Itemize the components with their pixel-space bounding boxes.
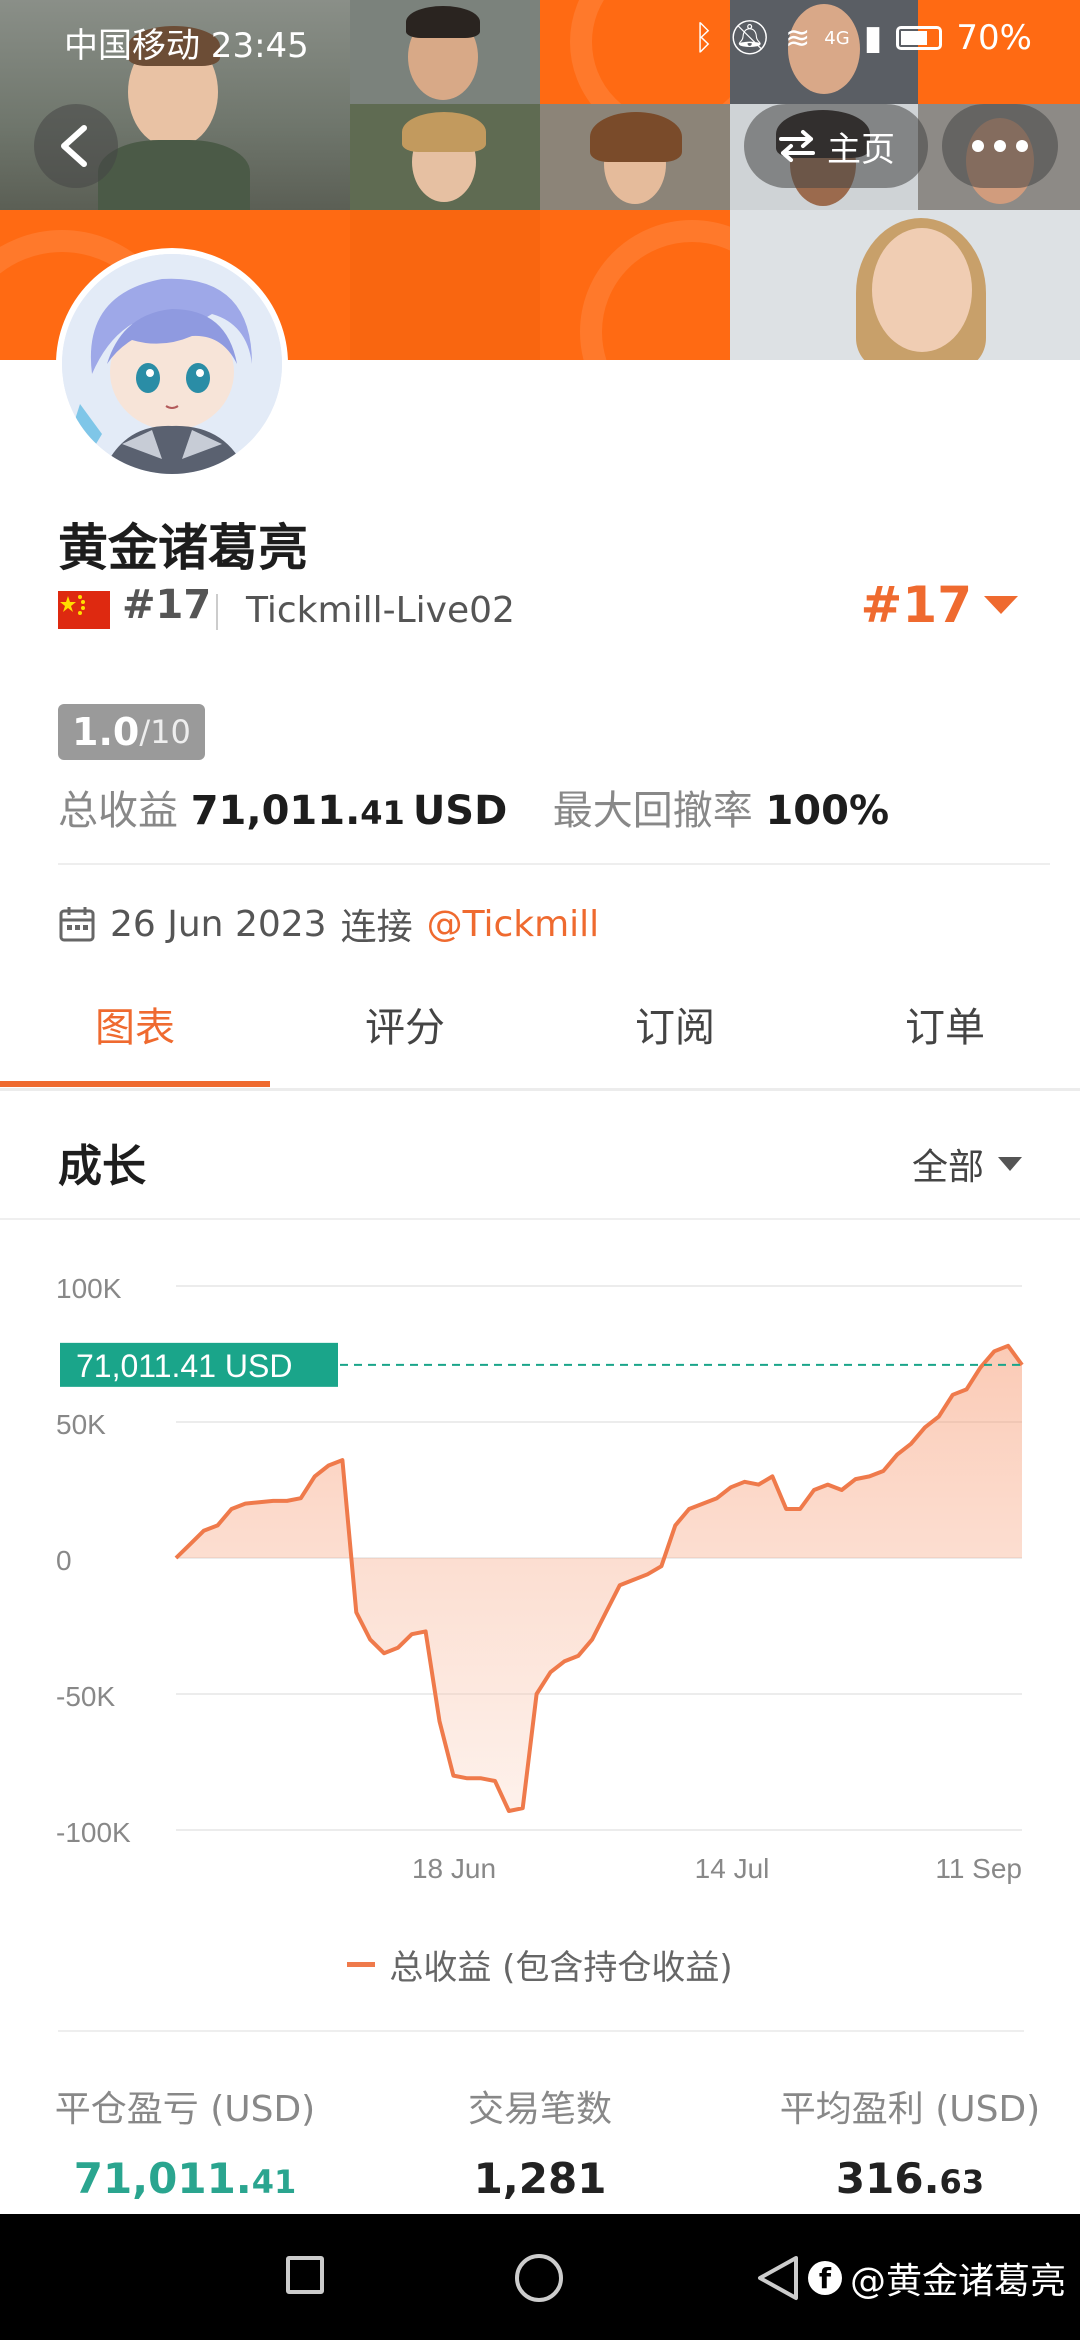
y-tick-label: 0: [56, 1545, 72, 1576]
metric-value: 316.63: [835, 2154, 985, 2203]
tab-subscribe[interactable]: 订阅: [540, 960, 810, 1088]
wifi-icon: ≋: [785, 20, 811, 56]
range-value: 全部: [911, 1147, 984, 1188]
battery-icon: [896, 26, 943, 50]
y-tick-label: -100K: [56, 1817, 131, 1848]
summary-stats: 总收益 71,011.41 USD 最大回撤率 100%: [58, 778, 889, 836]
home-label: 主页: [827, 129, 895, 170]
tab-chart[interactable]: 图表: [0, 960, 270, 1088]
metric-value: 71,011.41: [73, 2154, 297, 2203]
growth-title: 成长: [58, 1141, 146, 1192]
calendar-icon: [59, 907, 95, 942]
more-dot-icon: [1016, 140, 1028, 152]
divider: [58, 2030, 1024, 2032]
metric-value: 1,281: [473, 2154, 607, 2203]
tab-orders[interactable]: 订单: [810, 960, 1080, 1088]
joined-info: 26 Jun 2023 连接 @Tickmill: [58, 898, 599, 950]
watermark: f @黄金诸葛亮: [756, 2252, 1066, 2304]
broker-link[interactable]: @Tickmill: [427, 904, 600, 945]
metric-trade-count: 交易笔数 1,281: [400, 2080, 680, 2203]
metric-label: 交易笔数: [467, 2089, 612, 2130]
watermark-text: @黄金诸葛亮: [849, 2261, 1066, 2302]
trader-name: 黄金诸葛亮: [58, 519, 308, 577]
recent-apps-button[interactable]: [286, 2256, 324, 2294]
bluetooth-icon: ᛒ: [693, 18, 714, 58]
legend-label: 总收益 (包含持仓收益): [389, 1948, 733, 1988]
x-tick-label: 18 Jun: [412, 1853, 496, 1884]
divider: [216, 594, 218, 630]
x-axis-ticks: 18 Jun 14 Jul 11 Sep: [412, 1853, 1022, 1884]
tab-bar: 图表 评分 订阅 订单: [0, 960, 1080, 1092]
banner-photo-8: [730, 210, 1080, 360]
range-dropdown[interactable]: 全部: [912, 1138, 1022, 1190]
home-button[interactable]: 主页: [744, 104, 928, 188]
banner-photo-4: [540, 104, 730, 210]
battery-level: 70%: [956, 18, 1032, 58]
growth-chart: 100K 50K 0 -50K -100K 18 Jun 14 Jul 11 Sep 71,…: [56, 1273, 1024, 1884]
caret-down-icon: [998, 1157, 1022, 1171]
broker-account: Tickmill-Live02: [246, 590, 515, 631]
score-max: /10: [139, 713, 191, 751]
more-button[interactable]: [942, 104, 1058, 188]
metric-closed-pnl: 平仓盈亏 (USD) 71,011.41: [40, 2080, 330, 2203]
chevron-left-icon: [61, 125, 87, 167]
series-area: [176, 1345, 1022, 1811]
joined-date: 26 Jun 2023: [110, 903, 327, 945]
avatar[interactable]: [56, 248, 288, 480]
home-nav-button[interactable]: [515, 2254, 563, 2302]
facebook-logo-icon: f: [807, 2261, 842, 2295]
metric-label: 平均盈利 (USD): [779, 2089, 1041, 2130]
y-tick-label: -50K: [56, 1681, 115, 1712]
divider: [0, 1088, 1080, 1091]
swap-icon: [779, 130, 815, 162]
more-dot-icon: [972, 140, 984, 152]
banner-orange-block: [350, 210, 540, 360]
rank-dropdown[interactable]: #17: [861, 576, 1018, 634]
current-value-label: 71,011.41 USD: [76, 1348, 292, 1384]
max-drawdown-label: 最大回撤率: [552, 788, 753, 834]
china-flag-icon: [58, 591, 110, 629]
back-nav-icon[interactable]: [756, 2254, 800, 2302]
banner-photo-3: [350, 104, 540, 210]
metric-avg-profit: 平均盈利 (USD) 316.63: [760, 2080, 1060, 2203]
signal-icon: ▮: [863, 18, 883, 58]
x-tick-label: 11 Sep: [935, 1853, 1022, 1884]
status-bar: 中国移动 23:45 ᛒ 🔕︎ ≋ 4G ▮ 70%: [0, 0, 1080, 76]
back-button[interactable]: [34, 104, 118, 188]
more-dot-icon: [994, 140, 1006, 152]
legend-swatch: [347, 1962, 376, 1967]
status-icons: ᛒ 🔕︎ ≋ 4G ▮ 70%: [694, 18, 1032, 58]
rank-highlight: #17: [860, 576, 972, 634]
y-tick-label: 100K: [56, 1273, 122, 1304]
score-badge: 1.0/10: [58, 704, 205, 760]
network-type: 4G: [824, 27, 850, 49]
metric-label: 平仓盈亏 (USD): [54, 2089, 316, 2130]
divider: [58, 863, 1050, 865]
max-drawdown-value: 100%: [765, 788, 890, 834]
anime-avatar-image: [62, 254, 282, 474]
joined-text: 连接: [340, 907, 413, 948]
x-tick-label: 14 Jul: [695, 1853, 770, 1884]
y-tick-label: 50K: [56, 1409, 106, 1440]
tab-rating[interactable]: 评分: [270, 960, 540, 1088]
active-tab-indicator: [0, 1081, 270, 1087]
caret-down-icon: [984, 596, 1018, 614]
divider: [0, 1218, 1080, 1220]
carrier-time: 中国移动 23:45: [64, 26, 309, 66]
total-profit-value: 71,011.41 USD: [190, 788, 508, 834]
chart-legend: 总收益 (包含持仓收益): [0, 1940, 1080, 1989]
total-profit-label: 总收益: [58, 788, 178, 834]
score-value: 1.0: [72, 710, 140, 754]
rank-label: #17: [122, 582, 212, 628]
mute-bell-icon: 🔕︎: [727, 18, 772, 58]
banner-orange-block: [540, 210, 804, 360]
